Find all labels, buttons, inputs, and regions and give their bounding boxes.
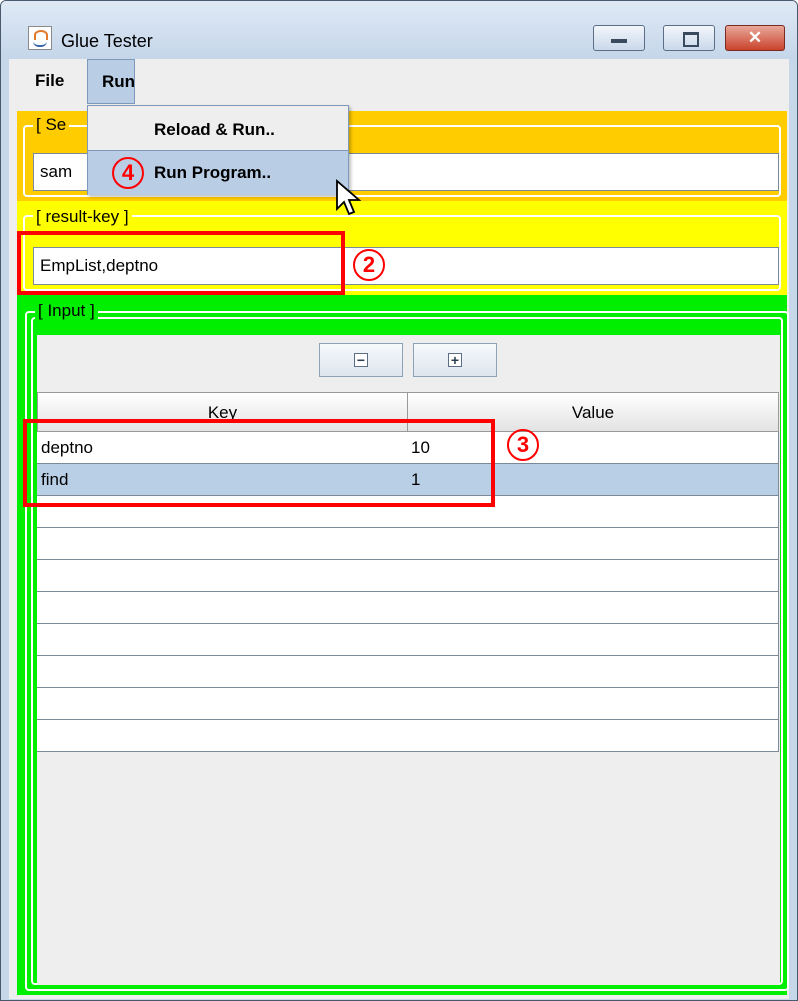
minimize-button[interactable]	[593, 25, 645, 51]
plus-icon: +	[448, 353, 462, 367]
table-cell-key[interactable]	[37, 720, 408, 752]
mouse-cursor-icon	[336, 179, 362, 216]
window-title: Glue Tester	[61, 31, 153, 51]
table-row[interactable]	[37, 720, 779, 752]
table-cell-key[interactable]	[37, 528, 408, 560]
add-row-button[interactable]: +	[413, 343, 497, 377]
title-bar[interactable]: Glue Tester ✕	[1, 1, 797, 59]
menu-item-reload-run[interactable]: Reload & Run..	[88, 108, 348, 152]
table-row[interactable]	[37, 528, 779, 560]
table-row[interactable]	[37, 560, 779, 592]
remove-row-button[interactable]: −	[319, 343, 403, 377]
select-panel-title: [ Se	[33, 115, 70, 135]
table-cell-value[interactable]	[407, 656, 779, 688]
menu-item-run-program[interactable]: 4 Run Program..	[88, 150, 348, 195]
menu-item-label: Run Program..	[154, 163, 272, 182]
table-row[interactable]	[37, 688, 779, 720]
minimize-icon	[611, 39, 627, 43]
table-row[interactable]	[37, 624, 779, 656]
table-cell-value[interactable]	[407, 688, 779, 720]
table-cell-key[interactable]	[37, 656, 408, 688]
annotation-marker-2: 2	[353, 249, 385, 281]
input-panel-title: [ Input ]	[35, 301, 98, 321]
run-menu-dropdown: Reload & Run.. 4 Run Program..	[87, 105, 349, 195]
table-cell-value[interactable]	[407, 528, 779, 560]
annotation-box-result-key	[17, 231, 345, 295]
table-row[interactable]	[37, 592, 779, 624]
table-cell-value[interactable]	[407, 720, 779, 752]
menu-run[interactable]: Run	[87, 59, 135, 104]
maximize-button[interactable]	[663, 25, 715, 51]
java-app-icon	[28, 26, 52, 50]
table-cell-value[interactable]	[407, 624, 779, 656]
table-cell-value[interactable]	[407, 592, 779, 624]
menu-file[interactable]: File	[25, 59, 74, 102]
maximize-icon	[683, 32, 699, 47]
annotation-marker-4: 4	[112, 157, 144, 189]
close-button[interactable]: ✕	[725, 25, 785, 51]
table-cell-key[interactable]	[37, 624, 408, 656]
close-icon: ✕	[747, 28, 763, 47]
table-cell-key[interactable]	[37, 560, 408, 592]
table-cell-key[interactable]	[37, 688, 408, 720]
menu-bar: File Run	[9, 59, 789, 104]
table-cell-key[interactable]	[37, 592, 408, 624]
menu-item-label: Reload & Run..	[154, 120, 275, 139]
annotation-marker-3: 3	[507, 429, 539, 461]
table-row[interactable]	[37, 656, 779, 688]
minus-icon: −	[354, 353, 368, 367]
annotation-box-input-rows	[23, 419, 495, 507]
result-key-title: [ result-key ]	[33, 207, 132, 227]
table-cell-value[interactable]	[407, 560, 779, 592]
app-window: Glue Tester ✕ File Run [ Se sam [ result…	[0, 0, 798, 1001]
